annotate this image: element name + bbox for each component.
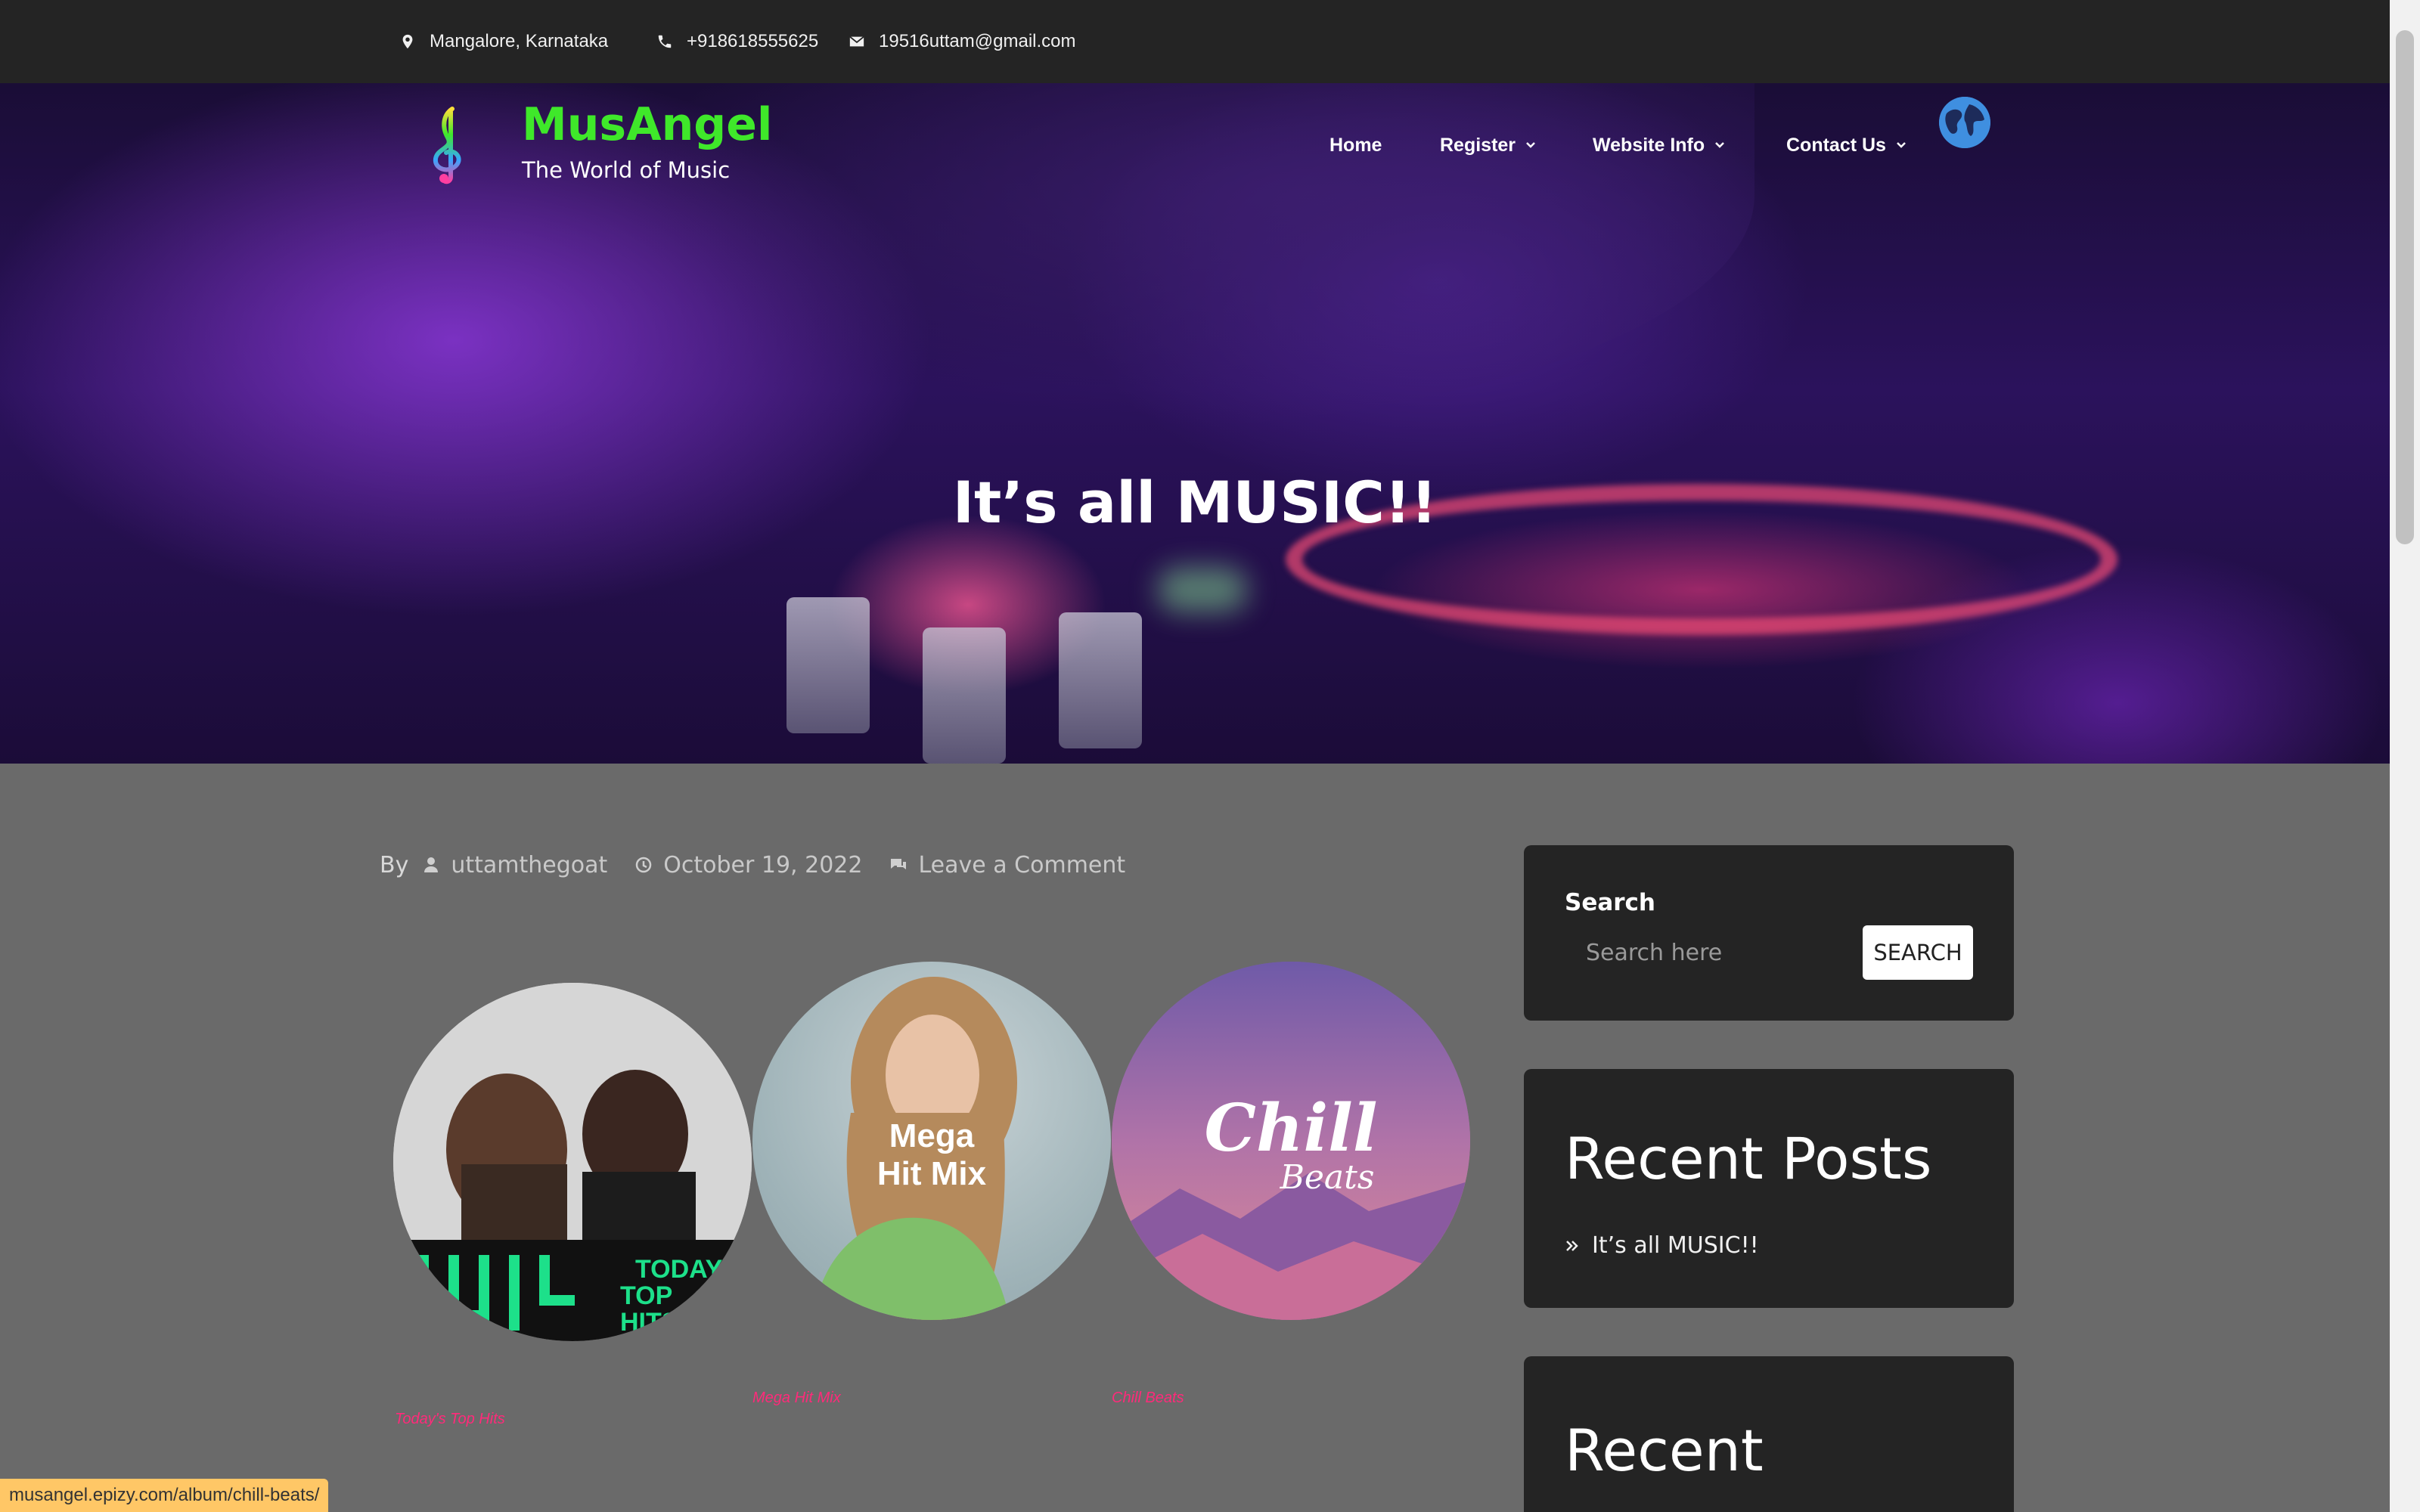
album-overlay-text: TOP (620, 1281, 672, 1310)
recent-posts-title: Recent Posts (1565, 1125, 1932, 1192)
hero-fader (923, 627, 1006, 764)
envelope-icon (849, 36, 864, 47)
nav-website-info[interactable]: Website Info (1593, 130, 1726, 160)
album-overlay-text: Hit Mix (877, 1155, 987, 1192)
hero-fader (1059, 612, 1142, 748)
nav-website-info-label: Website Info (1593, 134, 1705, 156)
search-label: Search (1565, 889, 1656, 916)
top-info-bar: Mangalore, Karnataka +918618555625 19516… (0, 0, 2420, 83)
clock-icon (636, 857, 652, 873)
search-widget: Search SEARCH (1524, 845, 2014, 1021)
status-bar-url: musangel.epizy.com/album/chill-beats/ (0, 1479, 329, 1512)
location-text: Mangalore, Karnataka (430, 31, 609, 51)
leave-comment-link[interactable]: Leave a Comment (918, 852, 1125, 878)
site-tagline: The World of Music (522, 157, 731, 183)
hero-fader (786, 597, 870, 733)
email-text: 19516uttam@gmail.com (879, 31, 1076, 51)
album-caption-todays-top-hits[interactable]: Today's Top Hits (395, 1411, 505, 1428)
album-chill-beats[interactable]: Chill Beats (1112, 962, 1470, 1320)
hero-hand-shape (620, 83, 1754, 431)
user-icon (424, 857, 439, 872)
album-overlay-text: HITS (620, 1308, 678, 1337)
author-link[interactable]: uttamthegoat (451, 852, 607, 878)
album-caption-chill-beats[interactable]: Chill Beats (1112, 1390, 1184, 1407)
album-overlay-text: TODAY (635, 1255, 723, 1284)
album-cover-art: TODAY TOP HITS (393, 983, 752, 1341)
email-info[interactable]: 19516uttam@gmail.com (849, 26, 1075, 57)
recent-comments-widget: Recent (1524, 1356, 2014, 1512)
search-button[interactable]: SEARCH (1863, 925, 1973, 980)
hero-title: It’s all MUSIC!! (952, 469, 1438, 536)
site-title[interactable]: MusAngel (522, 98, 773, 151)
phone-text: +918618555625 (687, 31, 819, 51)
nav-contact-us[interactable]: Contact Us (1786, 130, 1907, 160)
chevron-down-icon (1526, 142, 1535, 148)
album-caption-mega-hit-mix[interactable]: Mega Hit Mix (752, 1390, 841, 1407)
phone-icon (658, 35, 672, 48)
scrollbar-thumb[interactable] (2396, 30, 2414, 544)
treble-clef-icon[interactable] (424, 104, 476, 187)
map-pin-icon (402, 34, 413, 49)
album-todays-top-hits[interactable]: TODAY TOP HITS (393, 983, 752, 1341)
page-scrollbar[interactable] (2390, 0, 2420, 1512)
by-label: By (380, 851, 409, 878)
recent-post-link[interactable]: It’s all MUSIC!! (1592, 1232, 1759, 1259)
nav-contact-us-label: Contact Us (1786, 134, 1886, 156)
phone-info[interactable]: +918618555625 (656, 26, 818, 57)
nav-register[interactable]: Register (1440, 130, 1537, 160)
nav-register-label: Register (1440, 134, 1516, 156)
album-mega-hit-mix[interactable]: Mega Hit Mix (752, 962, 1111, 1320)
hero-glow (1157, 567, 1248, 612)
recent-posts-widget: Recent Posts It’s all MUSIC!! (1524, 1069, 2014, 1308)
recent-post-item[interactable]: It’s all MUSIC!! (1565, 1232, 1759, 1259)
hero-banner: It’s all MUSIC!! (0, 83, 2390, 764)
album-cover-art: Chill Beats (1112, 962, 1470, 1320)
album-overlay-text: Mega (889, 1117, 975, 1154)
chevron-down-icon (1897, 142, 1906, 148)
globe-icon[interactable] (1939, 97, 1990, 148)
location-info: Mangalore, Karnataka (399, 26, 608, 57)
chevron-down-icon (1715, 142, 1725, 148)
nav-home[interactable]: Home (1329, 130, 1382, 160)
recent-comments-title: Recent (1565, 1417, 1764, 1484)
nav-home-label: Home (1329, 134, 1382, 156)
comments-icon (891, 859, 907, 869)
post-meta: By uttamthegoat October 19, 2022 Leave a… (380, 848, 1125, 881)
album-cover-art: Mega Hit Mix (813, 977, 1017, 1320)
search-input[interactable] (1565, 925, 1860, 980)
double-chevron-right-icon (1566, 1240, 1578, 1251)
album-overlay-text: Chill (1205, 1090, 1378, 1167)
post-date[interactable]: October 19, 2022 (663, 852, 862, 878)
album-overlay-text: Beats (1280, 1158, 1375, 1197)
